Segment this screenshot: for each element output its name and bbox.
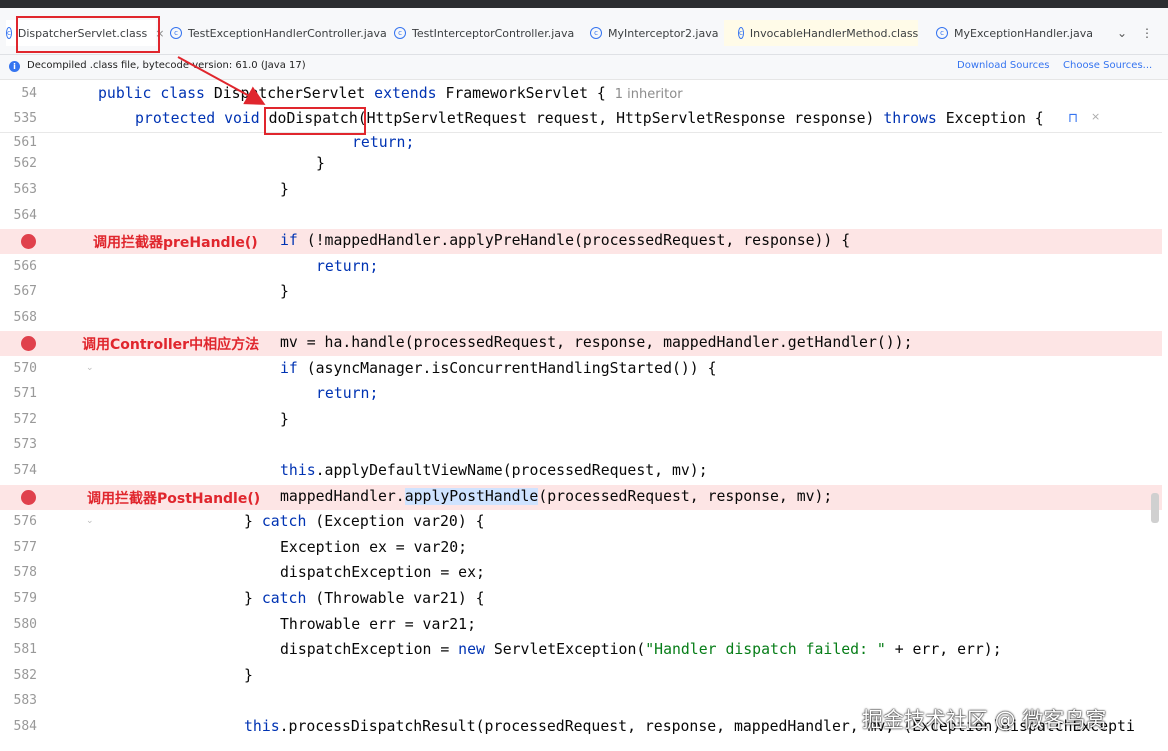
annotation-posthandle: 调用拦截器PostHandle() (87, 491, 261, 507)
annotation-arrow (177, 56, 266, 105)
annotation-prehandle: 调用拦截器preHandle() (93, 235, 258, 251)
watermark: 掘金技术社区 @ 微客鸟窝 (862, 708, 1107, 732)
scrollbar-thumb[interactable] (1151, 493, 1159, 523)
annotation-controller: 调用Controller中相应方法 (82, 337, 260, 353)
